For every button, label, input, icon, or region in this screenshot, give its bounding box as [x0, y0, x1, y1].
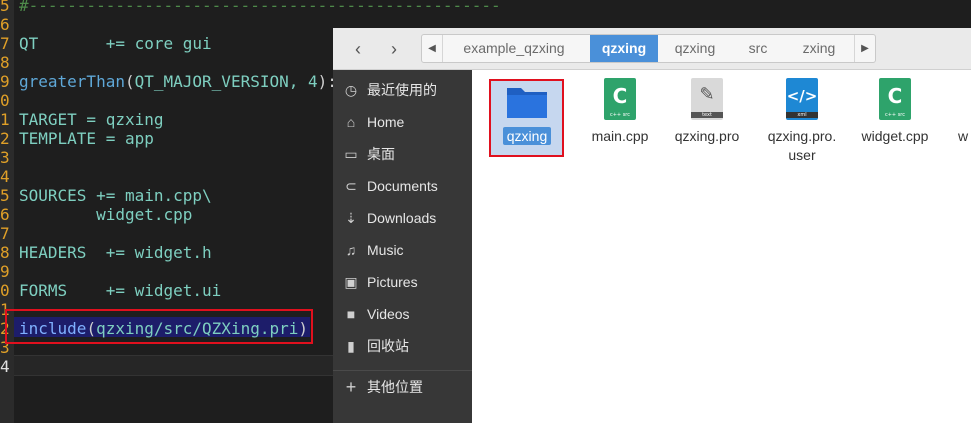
plus-icon: +: [345, 377, 357, 397]
sidebar-item-label: Pictures: [367, 274, 418, 290]
file-name: qzxing.pro: [674, 128, 740, 144]
pictures-icon: ▣: [344, 274, 358, 290]
line-number: 5: [0, 186, 10, 205]
trash-icon: ▮: [347, 338, 355, 354]
line-number: 3: [0, 148, 10, 167]
folder-icon: [507, 78, 547, 122]
code-line-target: TARGET = qzxing: [19, 110, 164, 129]
code-line-template: TEMPLATE = app: [19, 129, 154, 148]
cpp-file-icon: C c++ src: [604, 78, 636, 120]
line-number: 2: [0, 129, 10, 148]
text-file-icon: ✎ text: [691, 78, 723, 120]
file-item-main-cpp[interactable]: C c++ src main.cpp: [577, 78, 663, 146]
code-line-forms: FORMS += widget.ui: [19, 281, 222, 300]
sidebar-item-label: Documents: [367, 178, 438, 194]
sidebar-item-recent[interactable]: ◷ 最近使用的: [333, 74, 472, 106]
path-crumb-zxing[interactable]: zxing: [784, 35, 854, 62]
file-name: w: [958, 128, 969, 144]
current-line-highlight: [14, 355, 334, 376]
chevron-left-icon: ‹: [355, 39, 361, 59]
sidebar-item-home[interactable]: ⌂ Home: [333, 106, 472, 138]
forward-button[interactable]: ›: [381, 36, 407, 62]
path-crumb-example-qzxing[interactable]: example_qzxing: [442, 35, 586, 62]
line-number: 6: [0, 15, 10, 34]
music-icon: ♫: [345, 242, 357, 258]
line-number: 9: [0, 72, 10, 91]
path-crumb-qzxing[interactable]: qzxing: [658, 35, 732, 62]
sidebar-item-desktop[interactable]: ▭ 桌面: [333, 138, 472, 170]
line-number: 0: [0, 91, 10, 110]
line-number: 1: [0, 110, 10, 129]
sidebar-item-label: Music: [367, 242, 404, 258]
file-name: widget.cpp: [861, 128, 929, 144]
code-line-sources-cont: widget.cpp: [19, 205, 193, 224]
sidebar-item-music[interactable]: ♫ Music: [333, 234, 472, 266]
path-crumb-src[interactable]: src: [732, 35, 784, 62]
sidebar-item-label: Videos: [367, 306, 410, 322]
line-number: 5: [0, 0, 10, 15]
code-line-greaterthan: greaterThan(QT_MAJOR_VERSION, 4):: [19, 72, 337, 91]
dialog-headerbar: ‹ › ◀ example_qzxing qzxing qzxing src z…: [333, 28, 971, 70]
path-scroll-right-button[interactable]: ▶: [854, 35, 875, 62]
file-item-widget-cpp[interactable]: C c++ src widget.cpp: [852, 78, 938, 146]
clock-icon: ◷: [344, 82, 358, 98]
file-name: main.cpp: [591, 128, 649, 144]
sidebar-item-label: 回收站: [367, 338, 409, 354]
line-number: 0: [0, 281, 10, 300]
sidebar-item-label: Downloads: [367, 210, 437, 226]
file-item-partial[interactable]: w: [958, 78, 971, 146]
file-item-qzxing-folder[interactable]: qzxing: [484, 78, 570, 146]
sidebar-item-documents[interactable]: ⊂ Documents: [333, 170, 472, 202]
line-number: 7: [0, 224, 10, 243]
code-line-comment: #---------------------------------------…: [19, 0, 501, 15]
sidebar-item-downloads[interactable]: ⇣ Downloads: [333, 202, 472, 234]
xml-file-icon: </> xml: [786, 78, 818, 120]
sidebar-item-pictures[interactable]: ▣ Pictures: [333, 266, 472, 298]
downloads-icon: ⇣: [345, 210, 357, 226]
file-item-qzxing-pro[interactable]: ✎ text qzxing.pro: [664, 78, 750, 146]
code-line-sources: SOURCES += main.cpp\: [19, 186, 212, 205]
file-chooser-dialog: ‹ › ◀ example_qzxing qzxing qzxing src z…: [333, 28, 971, 423]
line-number: 8: [0, 243, 10, 262]
sidebar-item-label: 最近使用的: [367, 82, 437, 98]
sidebar-item-label: Home: [367, 114, 405, 130]
path-scroll-left-button[interactable]: ◀: [422, 35, 443, 62]
places-sidebar: ◷ 最近使用的 ⌂ Home ▭ 桌面 ⊂ Documents ⇣ Downlo…: [333, 70, 472, 423]
sidebar-item-videos[interactable]: ■ Videos: [333, 298, 472, 330]
sidebar-item-trash[interactable]: ▮ 回收站: [333, 330, 472, 362]
line-number: 9: [0, 262, 10, 281]
path-crumb-qzxing-active[interactable]: qzxing: [590, 35, 658, 62]
chevron-right-icon: ›: [391, 39, 397, 59]
line-number: 6: [0, 205, 10, 224]
line-number-current: 4: [0, 357, 10, 376]
documents-icon: ⊂: [345, 178, 357, 194]
file-item-qzxing-pro-user[interactable]: </> xml qzxing.pro. user: [759, 78, 845, 165]
cpp-file-icon: C c++ src: [879, 78, 911, 120]
desktop-icon: ▭: [344, 146, 358, 162]
file-grid: qzxing C c++ src main.cpp ✎ text qzxing.…: [472, 70, 971, 423]
line-number: 4: [0, 167, 10, 186]
back-button[interactable]: ‹: [345, 36, 371, 62]
code-line-qt: QT += core gui: [19, 34, 212, 53]
code-line-headers: HEADERS += widget.h: [19, 243, 212, 262]
sidebar-item-other-locations[interactable]: + 其他位置: [333, 371, 472, 403]
sidebar-item-label: 桌面: [367, 146, 395, 162]
file-name: qzxing: [502, 127, 552, 145]
home-icon: ⌂: [346, 114, 356, 130]
include-annotation-box: [5, 309, 313, 344]
file-name: qzxing.pro. user: [767, 128, 837, 163]
line-number: 8: [0, 53, 10, 72]
path-bar: ◀ example_qzxing qzxing qzxing src zxing…: [421, 34, 876, 63]
line-number: 7: [0, 34, 10, 53]
sidebar-item-label: 其他位置: [367, 379, 423, 395]
videos-icon: ■: [346, 306, 356, 322]
